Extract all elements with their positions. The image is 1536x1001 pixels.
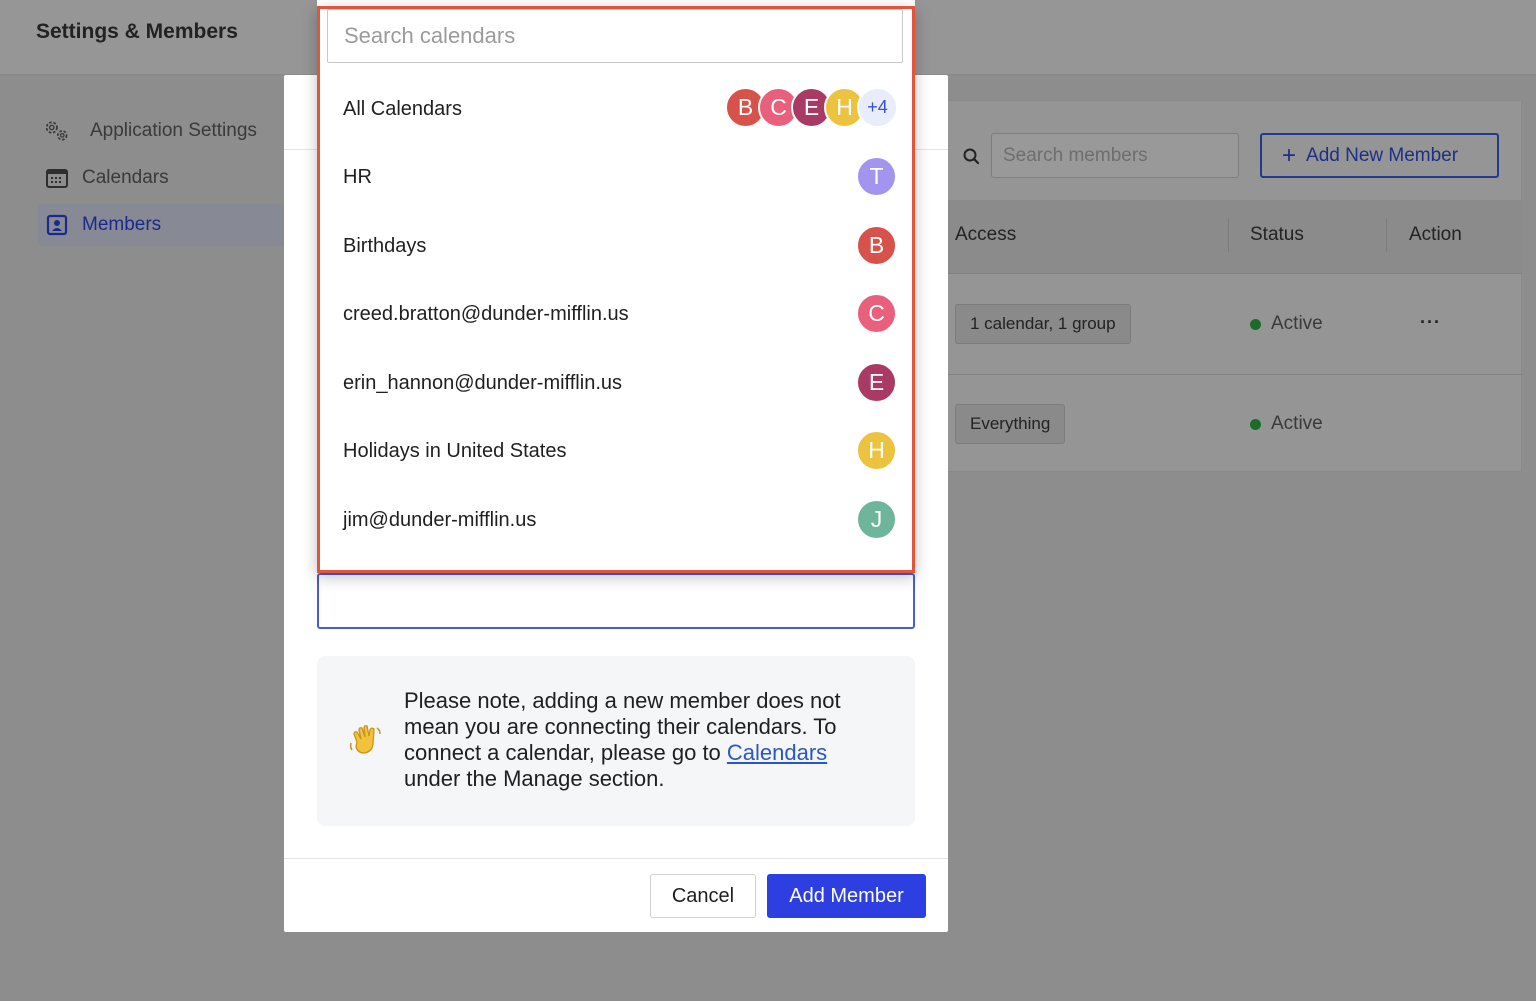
status-dot xyxy=(1250,318,1261,330)
avatar: H xyxy=(856,430,897,471)
avatar: J xyxy=(856,499,897,540)
avatar: E xyxy=(856,362,897,403)
dropdown-item-label: All Calendars xyxy=(343,97,462,120)
avatar: T xyxy=(856,156,897,197)
cancel-button[interactable]: Cancel xyxy=(650,874,756,918)
dropdown-item-holidays[interactable]: Holidays in United States H xyxy=(320,417,912,485)
dropdown-item-erin[interactable]: erin_hannon@dunder-mifflin.us E xyxy=(320,349,912,417)
dropdown-item-label: HR xyxy=(343,165,372,188)
dropdown-item-label: Birthdays xyxy=(343,234,427,257)
status-badge: Active xyxy=(1250,313,1323,335)
row-divider xyxy=(947,374,1522,375)
dropdown-item-hr[interactable]: HR T xyxy=(320,143,912,211)
dropdown-item-label: creed.bratton@dunder-mifflin.us xyxy=(343,302,629,325)
add-member-button[interactable]: Add Member xyxy=(767,874,926,918)
column-divider xyxy=(1386,218,1387,252)
dropdown-item-jim[interactable]: jim@dunder-mifflin.us J xyxy=(320,486,912,554)
dropdown-item-label: erin_hannon@dunder-mifflin.us xyxy=(343,371,622,394)
search-calendars-input[interactable]: Search calendars xyxy=(327,9,903,63)
sidebar-item-application-settings[interactable]: Application Settings xyxy=(38,110,288,152)
info-note-text: Please note, adding a new member does no… xyxy=(404,688,884,792)
sidebar-item-members[interactable]: Members xyxy=(38,204,288,246)
add-new-member-button[interactable]: + Add New Member xyxy=(1260,133,1499,178)
calendar-select-field[interactable] xyxy=(317,573,915,629)
gears-icon xyxy=(44,118,70,144)
column-header-access[interactable]: Access xyxy=(955,224,1016,246)
sidebar-item-label: Members xyxy=(82,214,162,235)
dropdown-item-creed[interactable]: creed.bratton@dunder-mifflin.us C xyxy=(320,280,912,348)
dropdown-item-birthdays[interactable]: Birthdays B xyxy=(320,212,912,280)
avatar: C xyxy=(856,293,897,334)
search-icon xyxy=(961,146,983,168)
sidebar-item-calendars[interactable]: Calendars xyxy=(38,157,288,199)
modal-divider xyxy=(284,858,948,859)
column-header-action: Action xyxy=(1409,224,1462,245)
column-header-status[interactable]: Status xyxy=(1250,224,1304,246)
access-chip[interactable]: Everything xyxy=(955,404,1066,444)
more-actions-button[interactable]: ··· xyxy=(1420,312,1441,333)
search-members-input[interactable]: Search members xyxy=(991,133,1239,178)
person-card-icon xyxy=(44,212,70,238)
dropdown-item-all-calendars[interactable]: All Calendars B C E H +4 xyxy=(320,75,912,143)
sidebar-item-label: Application Settings xyxy=(90,120,257,141)
status-badge: Active xyxy=(1250,413,1323,435)
status-dot xyxy=(1250,418,1261,430)
page-title: Settings & Members xyxy=(36,20,238,43)
sidebar-item-label: Calendars xyxy=(82,167,169,188)
access-chip[interactable]: 1 calendar, 1 group xyxy=(955,304,1131,344)
calendars-link[interactable]: Calendars xyxy=(727,740,827,765)
status-label: Active xyxy=(1271,313,1323,334)
avatar: B xyxy=(856,225,897,266)
add-new-member-label: Add New Member xyxy=(1306,144,1459,166)
waving-hand-icon xyxy=(348,722,384,758)
dropdown-item-label: Holidays in United States xyxy=(343,439,567,462)
note-text-part: under the Manage section. xyxy=(404,766,665,791)
plus-icon: + xyxy=(1282,141,1297,169)
calendar-icon xyxy=(44,165,70,191)
dropdown-item-label: jim@dunder-mifflin.us xyxy=(343,508,537,531)
status-label: Active xyxy=(1271,413,1323,434)
column-divider xyxy=(1228,218,1229,252)
more-avatars-badge: +4 xyxy=(857,87,898,128)
